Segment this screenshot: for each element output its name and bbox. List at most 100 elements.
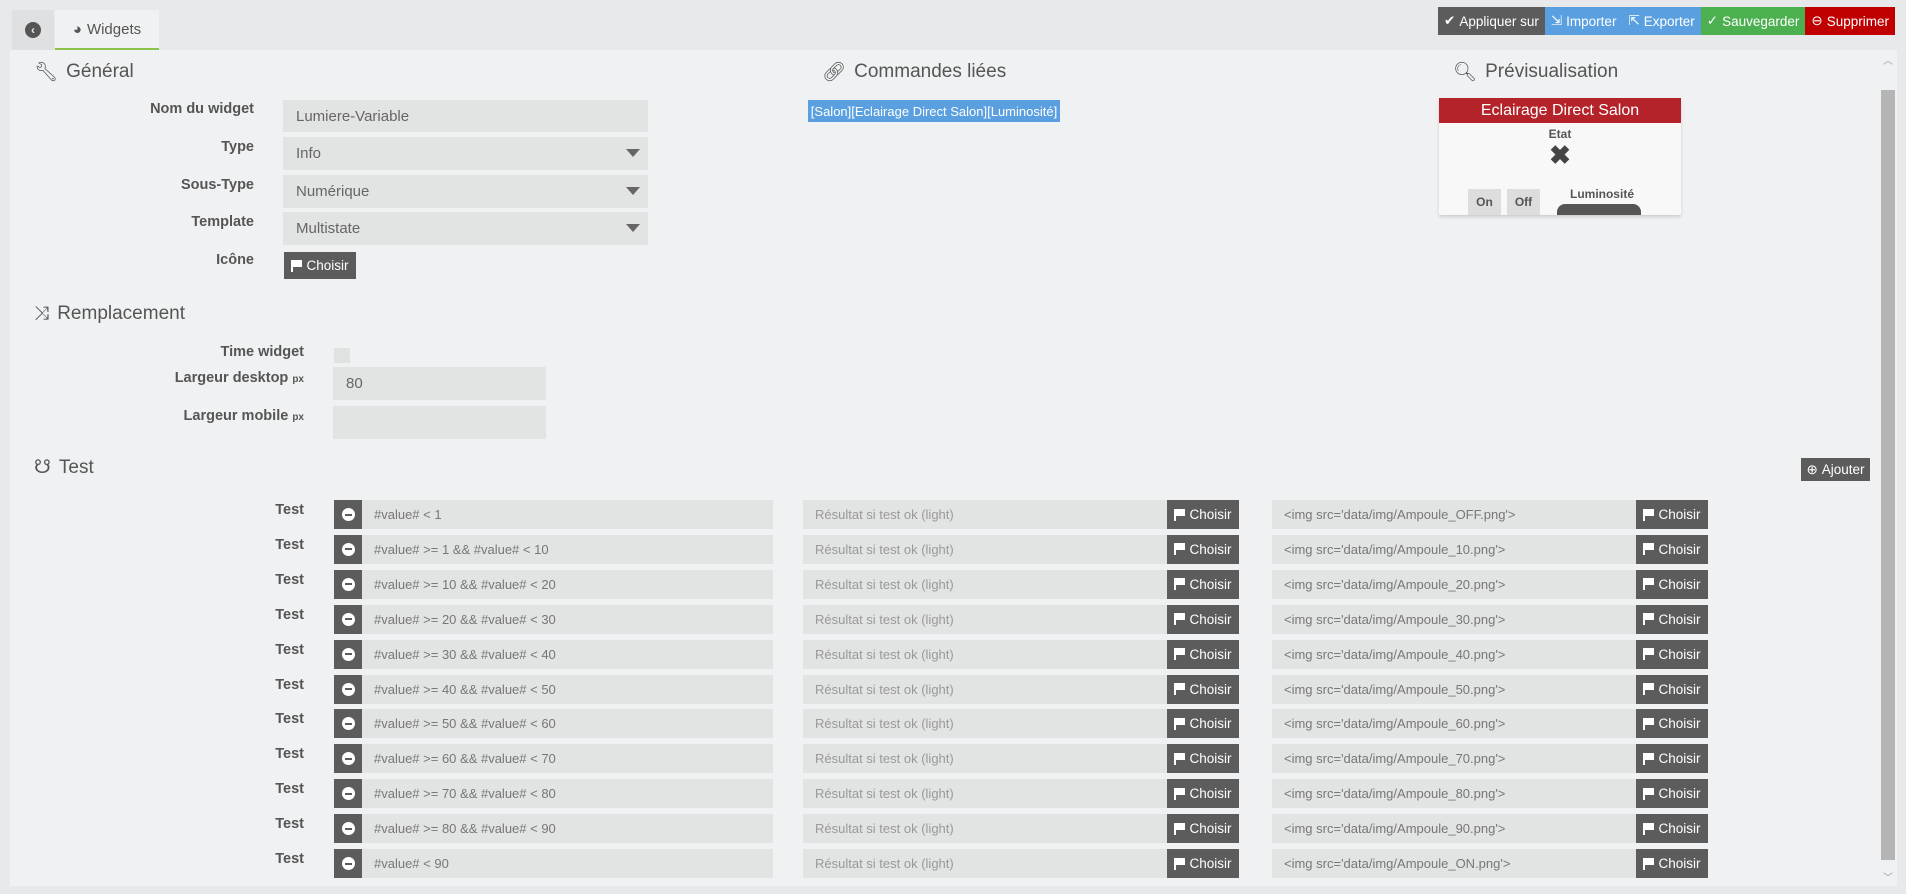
minus-circle-icon [341, 577, 355, 591]
test-condition-input[interactable]: #value# >= 1 && #value# < 10 [362, 534, 773, 564]
remove-test-button[interactable] [334, 639, 362, 669]
remove-test-button[interactable] [334, 534, 362, 564]
test-result-image-input[interactable]: <img src='data/img/Ampoule_30.png'> [1272, 604, 1636, 634]
scroll-down-icon[interactable]: ﹀ [1883, 869, 1893, 884]
supprimer-button[interactable]: ⊖ Supprimer [1805, 7, 1895, 35]
test-condition-input[interactable]: #value# >= 10 && #value# < 20 [362, 569, 773, 599]
remove-test-button[interactable] [334, 674, 362, 704]
luminosity-slider[interactable] [1557, 204, 1641, 215]
test-condition-input[interactable]: #value# >= 70 && #value# < 80 [362, 779, 773, 809]
test-result-input[interactable]: Résultat si test ok (light) [803, 500, 1167, 529]
choose-icon-button[interactable]: Choisir [284, 252, 356, 279]
importer-button[interactable]: ⇲ Importer [1544, 7, 1623, 35]
test-result-input[interactable]: Résultat si test ok (light) [803, 779, 1167, 809]
back-button[interactable]: ‹ [12, 10, 54, 50]
test-result-image-input[interactable]: <img src='data/img/Ampoule_20.png'> [1272, 569, 1636, 599]
choose-result-icon-button[interactable]: Choisir [1167, 814, 1239, 844]
choose-result-icon-button[interactable]: Choisir [1167, 604, 1239, 634]
on-button[interactable]: On [1468, 189, 1501, 215]
remove-test-button[interactable] [334, 814, 362, 844]
flag-icon [1174, 508, 1186, 521]
tab-widgets[interactable]: ◕ Widgets [55, 10, 159, 50]
choose-result-icon-button[interactable]: Choisir [1167, 709, 1239, 739]
choose-image-button[interactable]: Choisir [1636, 674, 1708, 704]
choose-image-button[interactable]: Choisir [1636, 814, 1708, 844]
choose-result-icon-button[interactable]: Choisir [1167, 639, 1239, 669]
appliquer-sur-button[interactable]: ✔ Appliquer sur [1438, 7, 1545, 35]
choose-image-button[interactable]: Choisir [1636, 744, 1708, 774]
exporter-button[interactable]: ⇱ Exporter [1622, 7, 1701, 35]
test-result-image-input[interactable]: <img src='data/img/Ampoule_50.png'> [1272, 674, 1636, 704]
test-result-image-input[interactable]: <img src='data/img/Ampoule_80.png'> [1272, 779, 1636, 809]
choose-image-button[interactable]: Choisir [1636, 534, 1708, 564]
choose-image-button[interactable]: Choisir [1636, 500, 1708, 529]
test-condition-input[interactable]: #value# >= 80 && #value# < 90 [362, 814, 773, 844]
choose-image-button[interactable]: Choisir [1636, 779, 1708, 809]
test-condition-input[interactable]: #value# < 90 [362, 849, 773, 878]
flag-icon [1643, 717, 1655, 730]
choose-image-button[interactable]: Choisir [1636, 849, 1708, 878]
test-result-image-input[interactable]: <img src='data/img/Ampoule_OFF.png'> [1272, 500, 1636, 529]
test-result-input[interactable]: Résultat si test ok (light) [803, 849, 1167, 878]
remove-test-button[interactable] [334, 779, 362, 809]
test-condition-input[interactable]: #value# >= 30 && #value# < 40 [362, 639, 773, 669]
label-text: Largeur mobile [183, 408, 289, 424]
test-result-image-input[interactable]: <img src='data/img/Ampoule_10.png'> [1272, 534, 1636, 564]
choose-image-button[interactable]: Choisir [1636, 709, 1708, 739]
remove-test-button[interactable] [334, 744, 362, 774]
test-condition-input[interactable]: #value# < 1 [362, 500, 773, 529]
test-result-input[interactable]: Résultat si test ok (light) [803, 674, 1167, 704]
test-condition-input[interactable]: #value# >= 40 && #value# < 50 [362, 674, 773, 704]
type-select[interactable]: Info [283, 137, 648, 170]
choose-result-icon-button[interactable]: Choisir [1167, 534, 1239, 564]
widget-name-input[interactable]: Lumiere-Variable [283, 100, 648, 132]
remove-test-button[interactable] [334, 569, 362, 599]
test-result-image-input[interactable]: <img src='data/img/Ampoule_90.png'> [1272, 814, 1636, 844]
remove-test-button[interactable] [334, 849, 362, 878]
linked-command-tag[interactable]: [Salon][Eclairage Direct Salon][Luminosi… [808, 100, 1060, 122]
sauvegarder-button[interactable]: ✓ Sauvegarder [1700, 7, 1806, 35]
scroll-up-icon[interactable]: ︿ [1883, 52, 1893, 67]
test-result-image-input[interactable]: <img src='data/img/Ampoule_ON.png'> [1272, 849, 1636, 878]
desktop-width-input[interactable]: 80 [333, 367, 546, 400]
choose-result-icon-button[interactable]: Choisir [1167, 744, 1239, 774]
choose-image-button[interactable]: Choisir [1636, 639, 1708, 669]
choose-image-button[interactable]: Choisir [1636, 569, 1708, 599]
choose-result-icon-button[interactable]: Choisir [1167, 500, 1239, 529]
remove-test-button[interactable] [334, 604, 362, 634]
test-result-input[interactable]: Résultat si test ok (light) [803, 709, 1167, 739]
section-title: Général [66, 61, 134, 82]
test-result-input[interactable]: Résultat si test ok (light) [803, 744, 1167, 774]
choose-result-icon-button[interactable]: Choisir [1167, 849, 1239, 878]
test-condition-input[interactable]: #value# >= 60 && #value# < 70 [362, 744, 773, 774]
test-result-image-input[interactable]: <img src='data/img/Ampoule_70.png'> [1272, 744, 1636, 774]
remove-test-button[interactable] [334, 500, 362, 529]
button-label: Choisir [1658, 751, 1701, 767]
template-select[interactable]: Multistate [283, 212, 648, 245]
subtype-select[interactable]: Numérique [283, 175, 648, 208]
scrollbar-thumb[interactable] [1881, 90, 1895, 860]
off-button[interactable]: Off [1507, 189, 1540, 215]
flag-icon [1643, 857, 1655, 870]
add-test-button[interactable]: ⊕ Ajouter [1801, 458, 1870, 481]
test-label: Test [275, 676, 304, 693]
test-result-input[interactable]: Résultat si test ok (light) [803, 639, 1167, 669]
test-result-image-input[interactable]: <img src='data/img/Ampoule_40.png'> [1272, 639, 1636, 669]
mobile-width-input[interactable] [333, 406, 546, 439]
test-result-input[interactable]: Résultat si test ok (light) [803, 534, 1167, 564]
test-condition-input[interactable]: #value# >= 50 && #value# < 60 [362, 709, 773, 739]
test-result-input[interactable]: Résultat si test ok (light) [803, 814, 1167, 844]
scrollbar[interactable]: ︿ ﹀ [1880, 50, 1897, 886]
test-result-image-input[interactable]: <img src='data/img/Ampoule_60.png'> [1272, 709, 1636, 739]
test-result-input[interactable]: Résultat si test ok (light) [803, 604, 1167, 634]
choose-result-icon-button[interactable]: Choisir [1167, 674, 1239, 704]
choose-result-icon-button[interactable]: Choisir [1167, 569, 1239, 599]
test-result-input[interactable]: Résultat si test ok (light) [803, 569, 1167, 599]
remove-test-button[interactable] [334, 709, 362, 739]
choose-result-icon-button[interactable]: Choisir [1167, 779, 1239, 809]
section-preview-title: 🔍︎ Prévisualisation [1453, 60, 1618, 84]
test-label: Test [275, 711, 304, 728]
time-widget-checkbox[interactable] [334, 348, 350, 363]
choose-image-button[interactable]: Choisir [1636, 604, 1708, 634]
test-condition-input[interactable]: #value# >= 20 && #value# < 30 [362, 604, 773, 634]
